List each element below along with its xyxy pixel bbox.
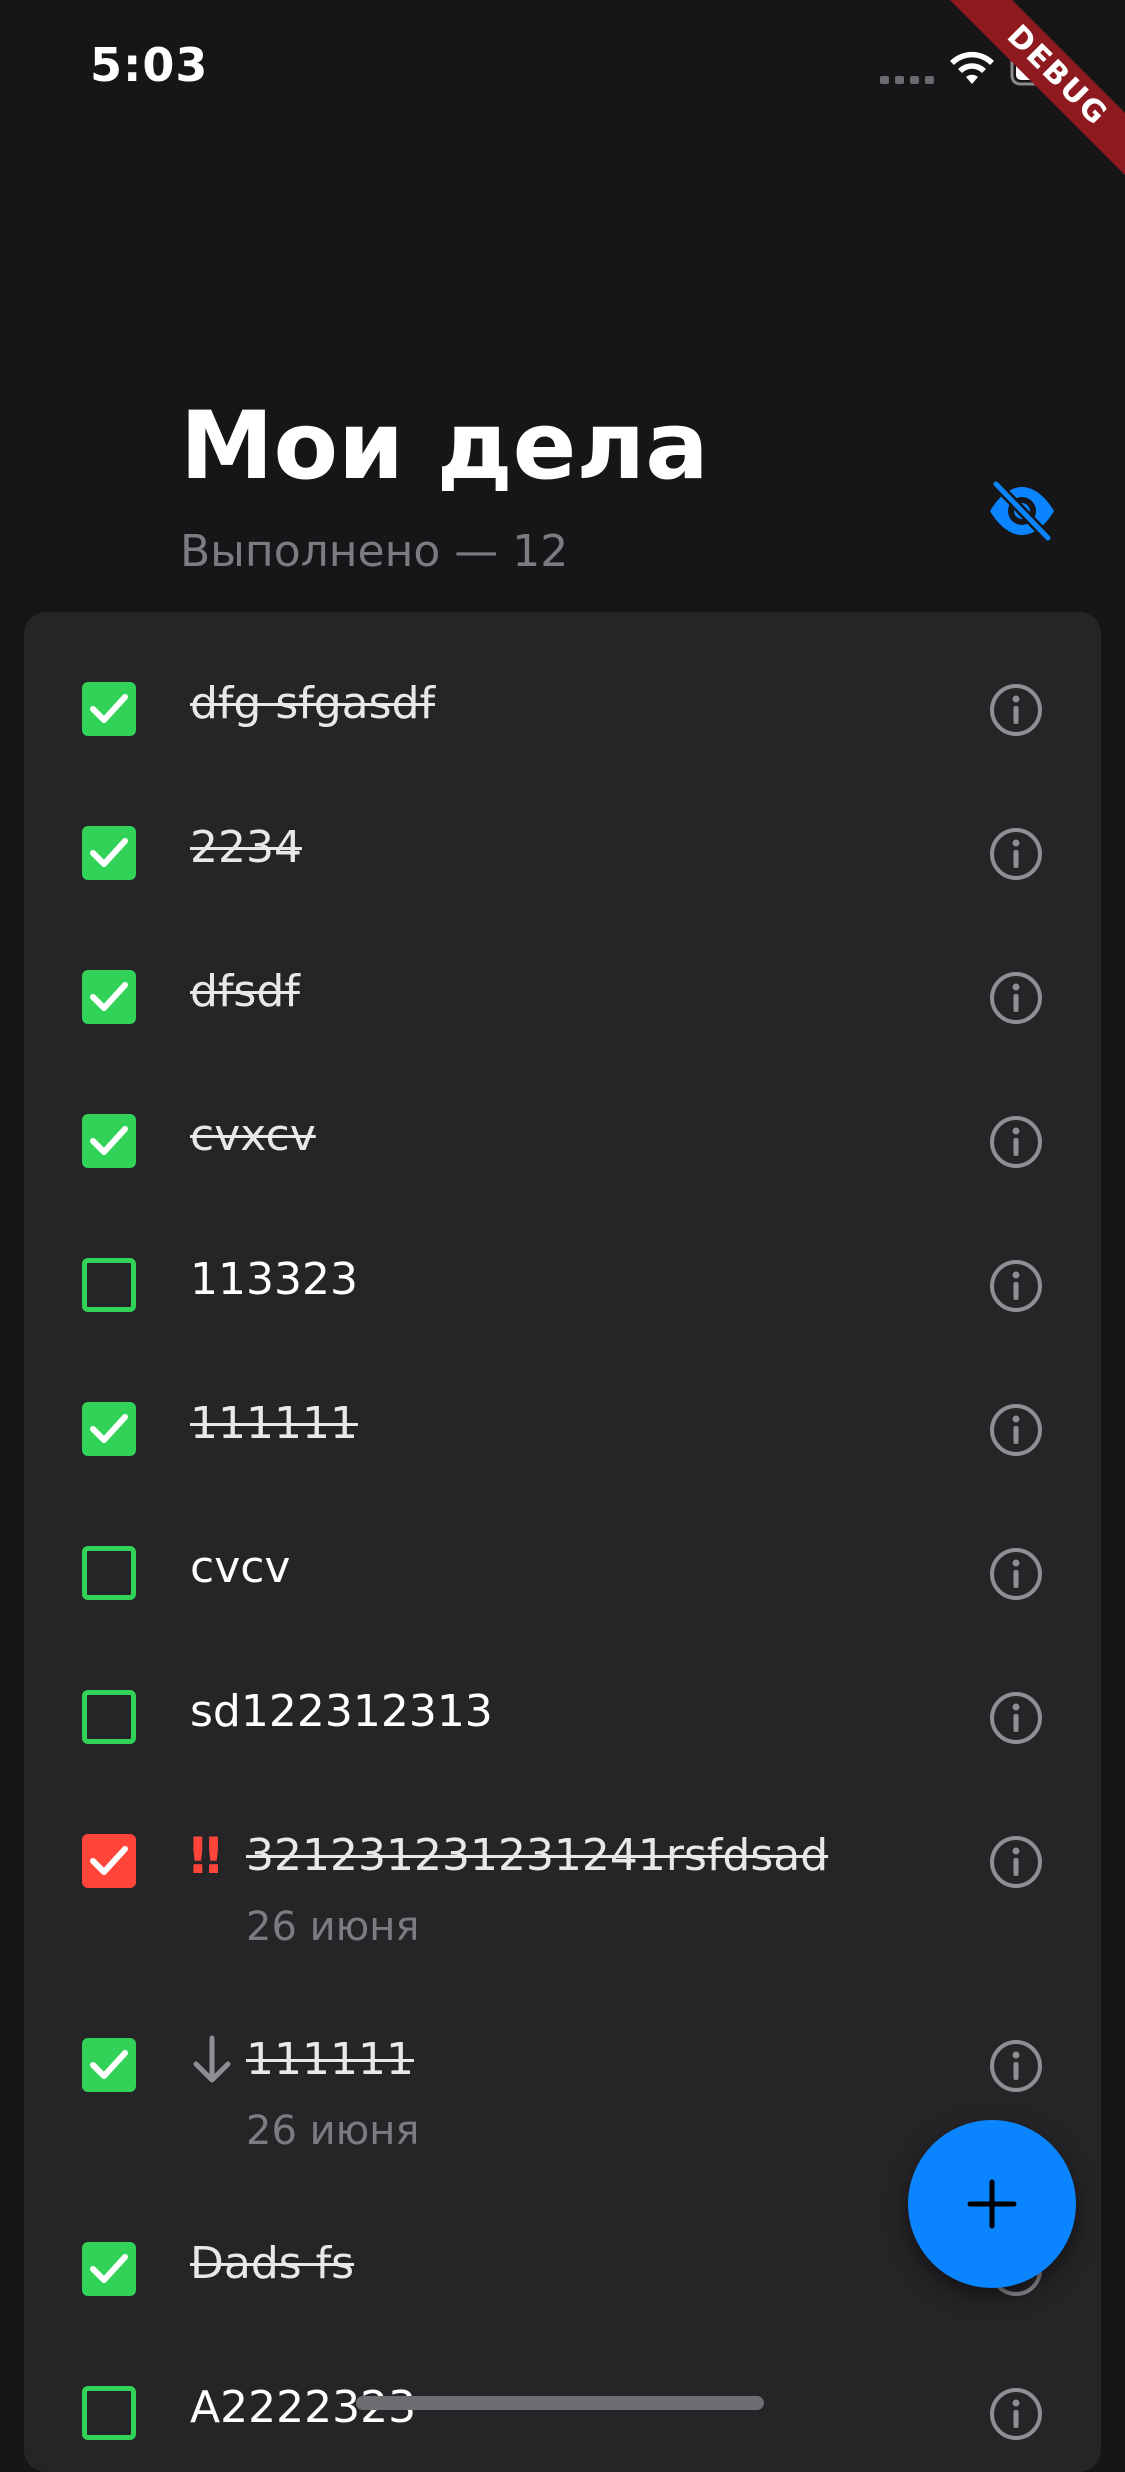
eye-off-icon[interactable] <box>986 478 1058 544</box>
task-text: cvxcv <box>190 1110 316 1161</box>
task-row[interactable]: dfg sfgasdf <box>24 612 1101 756</box>
done-count-label: Выполнено — 12 <box>180 526 569 577</box>
info-icon[interactable] <box>988 1402 1044 1458</box>
task-text: Dads fs <box>190 2238 355 2289</box>
task-row[interactable]: ‼ 321231231231241rsfdsad 26 июня <box>24 1764 1101 1968</box>
task-date: 26 июня <box>246 2108 420 2154</box>
task-checkbox[interactable] <box>82 1258 136 1312</box>
task-row[interactable]: 2234 <box>24 756 1101 900</box>
cellular-signal-icon <box>880 76 936 84</box>
info-icon[interactable] <box>988 826 1044 882</box>
add-task-button[interactable] <box>908 2120 1076 2288</box>
home-indicator <box>356 2396 764 2410</box>
task-row[interactable]: 113323 <box>24 1188 1101 1332</box>
task-checkbox[interactable] <box>82 2242 136 2296</box>
task-text: 113323 <box>190 1254 358 1305</box>
task-row[interactable]: A2222323 <box>24 2316 1101 2472</box>
page-title: Мои дела <box>180 392 709 501</box>
task-row[interactable]: 111111 <box>24 1332 1101 1476</box>
task-checkbox[interactable] <box>82 1114 136 1168</box>
info-icon[interactable] <box>988 682 1044 738</box>
high-priority-icon: ‼ <box>190 1827 222 1885</box>
task-row[interactable]: dfsdf <box>24 900 1101 1044</box>
task-text: sd122312313 <box>190 1686 493 1737</box>
task-checkbox[interactable] <box>82 2386 136 2440</box>
task-text: dfg sfgasdf <box>190 678 435 729</box>
info-icon[interactable] <box>988 1690 1044 1746</box>
task-row[interactable]: cvcv <box>24 1476 1101 1620</box>
status-bar: 5:03 <box>0 0 1125 140</box>
info-icon[interactable] <box>988 970 1044 1026</box>
task-row[interactable]: sd122312313 <box>24 1620 1101 1764</box>
info-icon[interactable] <box>988 1834 1044 1890</box>
info-icon[interactable] <box>988 1258 1044 1314</box>
info-icon[interactable] <box>988 2038 1044 2094</box>
task-checkbox[interactable] <box>82 1546 136 1600</box>
status-time: 5:03 <box>90 38 209 92</box>
task-checkbox[interactable] <box>82 2038 136 2092</box>
task-checkbox[interactable] <box>82 1690 136 1744</box>
task-text: 111111 <box>246 2034 414 2085</box>
task-text: cvcv <box>190 1542 291 1593</box>
info-icon[interactable] <box>988 1114 1044 1170</box>
task-checkbox[interactable] <box>82 1834 136 1888</box>
task-text: 2234 <box>190 822 302 873</box>
info-icon[interactable] <box>988 2386 1044 2442</box>
info-icon[interactable] <box>988 1546 1044 1602</box>
task-text: dfsdf <box>190 966 300 1017</box>
task-checkbox[interactable] <box>82 1402 136 1456</box>
plus-icon <box>967 2179 1017 2229</box>
task-date: 26 июня <box>246 1904 420 1950</box>
task-checkbox[interactable] <box>82 682 136 736</box>
task-checkbox[interactable] <box>82 826 136 880</box>
task-text: 111111 <box>190 1398 358 1449</box>
arrow-down-icon <box>193 2035 231 2083</box>
task-row[interactable]: cvxcv <box>24 1044 1101 1188</box>
task-checkbox[interactable] <box>82 970 136 1024</box>
task-text: 321231231231241rsfdsad <box>246 1830 829 1881</box>
wifi-icon <box>950 51 994 84</box>
